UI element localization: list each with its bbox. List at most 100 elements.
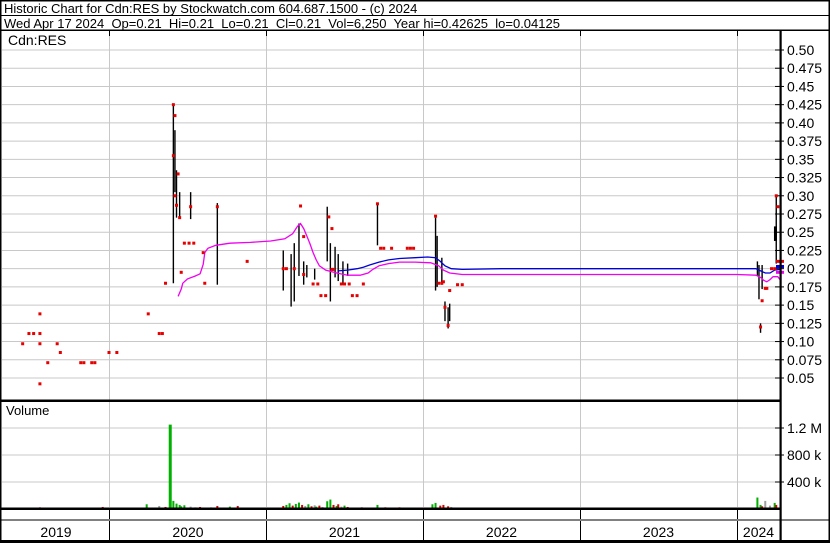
- stock-chart-window: 0.500.4750.450.4250.400.3750.350.3250.30…: [0, 0, 830, 543]
- year-label: 2019: [40, 524, 71, 540]
- trade-dot: [285, 267, 288, 270]
- year-label: 2024: [743, 524, 774, 540]
- trade-dot: [173, 114, 176, 117]
- trade-dot: [775, 194, 778, 197]
- year-label: 2021: [329, 524, 360, 540]
- trade-dot: [379, 247, 382, 250]
- trade-dot: [759, 325, 762, 328]
- trade-dot: [293, 267, 296, 270]
- trade-dot: [183, 242, 186, 245]
- trade-dot: [216, 205, 219, 208]
- xaxis-top-line: [0, 520, 830, 521]
- trade-dot: [246, 260, 249, 263]
- volume-panel-label: Volume: [6, 404, 49, 417]
- trade-dot: [327, 215, 330, 218]
- trade-dot: [202, 251, 205, 254]
- trade-dot: [456, 283, 459, 286]
- price-axis-label: 0.45: [787, 78, 814, 94]
- trade-dot: [172, 154, 175, 157]
- trade-dot: [93, 361, 96, 364]
- trade-dot: [90, 361, 93, 364]
- trade-dot: [356, 294, 359, 297]
- trade-dot: [362, 282, 365, 285]
- price-axis-label: 0.125: [787, 315, 822, 331]
- trade-dot: [21, 342, 24, 345]
- trade-dot: [82, 361, 85, 364]
- volume-axis-label: 800 k: [787, 447, 822, 463]
- trade-dot: [461, 283, 464, 286]
- trade-dot: [302, 235, 305, 238]
- trade-dot: [188, 242, 191, 245]
- trade-dot: [765, 287, 768, 290]
- trade-dot: [178, 216, 181, 219]
- quote-info-line: Wed Apr 17 2024 Op=0.21 Hi=0.21 Lo=0.21 …: [4, 17, 560, 30]
- trade-dot: [761, 299, 764, 302]
- trade-dot: [409, 247, 412, 250]
- price-axis-label: 0.25: [787, 224, 814, 240]
- trade-dot: [282, 267, 285, 270]
- trade-dot: [38, 342, 41, 345]
- trade-dot: [177, 172, 180, 175]
- trade-dot: [437, 282, 440, 285]
- price-axis-label: 0.225: [787, 242, 822, 258]
- trade-dot: [302, 273, 305, 276]
- price-axis-label: 0.425: [787, 97, 822, 113]
- trade-dot: [38, 332, 41, 335]
- trade-dot: [38, 382, 41, 385]
- trade-dot: [38, 312, 41, 315]
- trade-dot: [412, 247, 415, 250]
- price-axis-label: 0.35: [787, 151, 814, 167]
- year-label: 2022: [486, 524, 517, 540]
- trade-dot: [79, 361, 82, 364]
- volume-bar: [169, 425, 172, 509]
- trade-dot: [382, 247, 385, 250]
- price-axis-label: 0.325: [787, 170, 822, 186]
- trade-dot: [434, 215, 437, 218]
- price-axis-label: 0.30: [787, 188, 814, 204]
- chart-canvas: 0.500.4750.450.4250.400.3750.350.3250.30…: [0, 0, 830, 543]
- trade-dot: [443, 306, 446, 309]
- trade-dot: [203, 282, 206, 285]
- trade-dot: [351, 294, 354, 297]
- trade-dot: [390, 247, 393, 250]
- trade-dot: [192, 242, 195, 245]
- year-label: 2020: [172, 524, 203, 540]
- trade-dot: [376, 202, 379, 205]
- trade-dot: [332, 268, 335, 271]
- price-axis-label: 0.475: [787, 60, 822, 76]
- trade-dot: [330, 227, 333, 230]
- trade-dot: [108, 351, 111, 354]
- trade-dot: [173, 194, 176, 197]
- price-axis-label: 0.50: [787, 42, 814, 58]
- year-label: 2023: [643, 524, 674, 540]
- trade-dot: [770, 267, 773, 270]
- trade-dot: [147, 312, 150, 315]
- price-axis-label: 0.10: [787, 334, 814, 350]
- trade-dot: [59, 351, 62, 354]
- trade-dot: [46, 361, 49, 364]
- trade-dot: [299, 204, 302, 207]
- price-axis-label: 0.15: [787, 297, 814, 313]
- trade-dot: [56, 342, 59, 345]
- price-axis-label: 0.375: [787, 133, 822, 149]
- volume-axis-label: 400 k: [787, 474, 822, 490]
- trade-dot: [27, 332, 30, 335]
- trade-dot: [776, 205, 779, 208]
- trade-dot: [32, 332, 35, 335]
- trade-dot: [189, 205, 192, 208]
- volume-bar: [756, 498, 758, 509]
- trade-dot: [340, 282, 343, 285]
- trade-dot: [312, 282, 315, 285]
- volume-axis-label: 1.2 M: [787, 420, 822, 436]
- right-axis-border: [780, 30, 782, 543]
- chart-title: Historic Chart for Cdn:RES by Stockwatch…: [4, 2, 417, 15]
- price-axis-label: 0.175: [787, 279, 822, 295]
- trade-dot: [158, 332, 161, 335]
- trade-dot: [316, 282, 319, 285]
- price-axis-label: 0.20: [787, 261, 814, 277]
- trade-dot: [773, 267, 776, 270]
- trade-dot: [324, 294, 327, 297]
- trade-dot: [406, 247, 409, 250]
- trade-dot: [442, 280, 445, 283]
- trade-dot: [172, 103, 175, 106]
